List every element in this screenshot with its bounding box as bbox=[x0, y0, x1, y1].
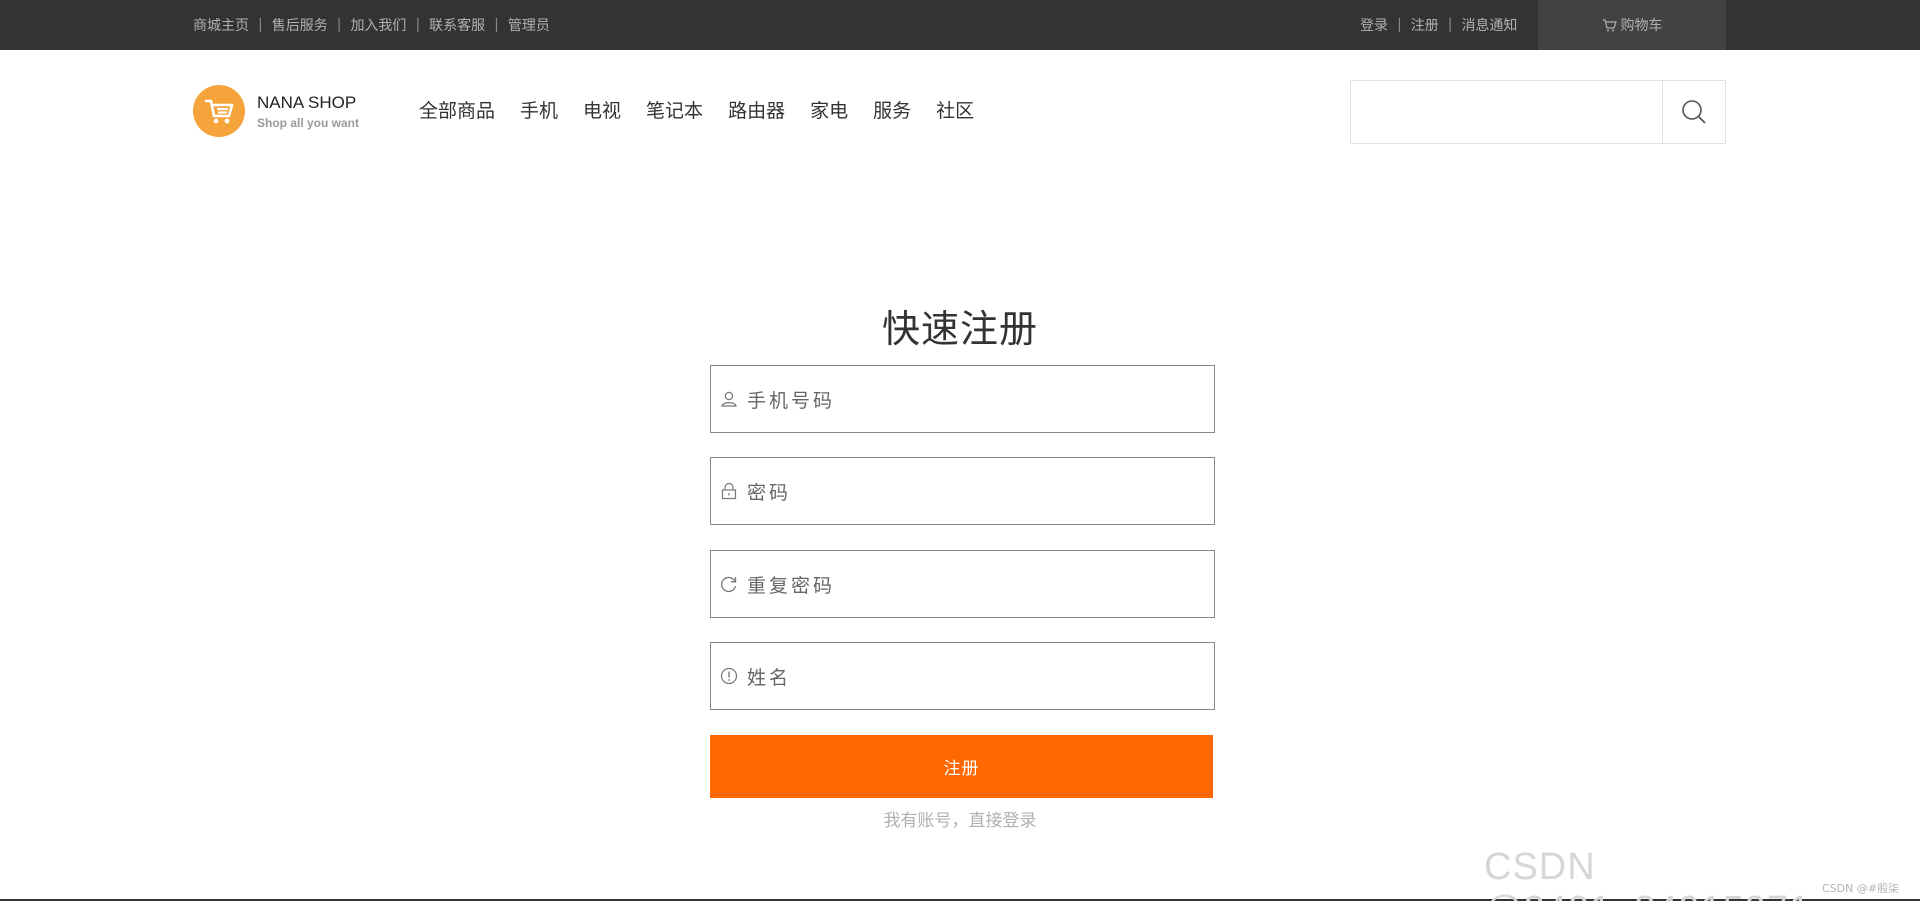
top-link-join-us[interactable]: 加入我们 bbox=[350, 15, 406, 35]
top-link-login[interactable]: 登录 bbox=[1360, 15, 1388, 35]
lock-icon bbox=[711, 458, 741, 524]
separator: | bbox=[1397, 17, 1402, 33]
repeat-password-field[interactable]: 重复密码 bbox=[710, 550, 1215, 618]
refresh-icon bbox=[711, 551, 741, 617]
top-link-home[interactable]: 商城主页 bbox=[193, 15, 249, 35]
separator: | bbox=[494, 17, 499, 33]
nav-item-phones[interactable]: 手机 bbox=[520, 96, 558, 123]
login-link[interactable]: 我有账号，直接登录 bbox=[0, 806, 1920, 831]
top-link-after-sales[interactable]: 售后服务 bbox=[272, 15, 328, 35]
top-bar-links: 商城主页 | 售后服务 | 加入我们 | 联系客服 | 管理员 bbox=[193, 0, 550, 50]
top-link-admin[interactable]: 管理员 bbox=[508, 15, 550, 35]
site-logo[interactable]: NANA SHOP Shop all you want bbox=[193, 85, 359, 137]
nav-item-laptops[interactable]: 笔记本 bbox=[646, 96, 703, 123]
separator: | bbox=[336, 17, 342, 33]
nav-item-community[interactable]: 社区 bbox=[936, 96, 974, 123]
name-field[interactable]: 姓名 bbox=[710, 642, 1215, 710]
nav-item-tv[interactable]: 电视 bbox=[583, 96, 621, 123]
phone-field[interactable]: 手机号码 bbox=[710, 365, 1215, 433]
watermark-small: CSDN @#般柒 bbox=[1822, 882, 1900, 895]
search-icon bbox=[1682, 100, 1706, 124]
name-field-label: 姓名 bbox=[747, 666, 792, 689]
nav-item-routers[interactable]: 路由器 bbox=[728, 96, 785, 123]
separator: | bbox=[1447, 17, 1453, 33]
top-link-register[interactable]: 注册 bbox=[1411, 15, 1439, 35]
password-field-label: 密码 bbox=[747, 481, 792, 504]
top-bar: 商城主页 | 售后服务 | 加入我们 | 联系客服 | 管理员 登录 | 注册 … bbox=[0, 0, 1920, 50]
cart-icon bbox=[1602, 18, 1617, 31]
separator: | bbox=[415, 17, 421, 33]
top-bar-user-links: 登录 | 注册 | 消息通知 bbox=[1360, 0, 1517, 50]
phone-field-label: 手机号码 bbox=[747, 389, 836, 412]
logo-tagline: Shop all you want bbox=[257, 115, 360, 130]
search-button[interactable] bbox=[1662, 81, 1725, 143]
search-box bbox=[1350, 80, 1726, 144]
shopping-cart-logo-icon bbox=[193, 85, 245, 137]
top-link-customer-service[interactable]: 联系客服 bbox=[429, 15, 485, 35]
register-button[interactable]: 注册 bbox=[710, 735, 1213, 798]
user-icon bbox=[711, 366, 741, 432]
nav-item-all-products[interactable]: 全部商品 bbox=[419, 96, 495, 123]
nav-item-services[interactable]: 服务 bbox=[873, 96, 911, 123]
repeat-password-field-label: 重复密码 bbox=[747, 574, 836, 597]
register-title: 快速注册 bbox=[881, 307, 1038, 351]
nav-item-appliances[interactable]: 家电 bbox=[810, 96, 848, 123]
main-nav: 全部商品 手机 电视 笔记本 路由器 家电 服务 社区 bbox=[419, 96, 999, 123]
logo-name: NANA SHOP bbox=[257, 92, 357, 112]
search-input[interactable] bbox=[1351, 81, 1662, 143]
cart-label: 购物车 bbox=[1620, 18, 1663, 34]
password-field[interactable]: 密码 bbox=[710, 457, 1215, 525]
top-link-notifications[interactable]: 消息通知 bbox=[1461, 15, 1517, 35]
info-icon bbox=[711, 643, 741, 709]
logo-text: NANA SHOP Shop all you want bbox=[257, 93, 359, 130]
separator: | bbox=[258, 17, 263, 33]
cart-button[interactable]: 购物车 bbox=[1538, 0, 1726, 50]
